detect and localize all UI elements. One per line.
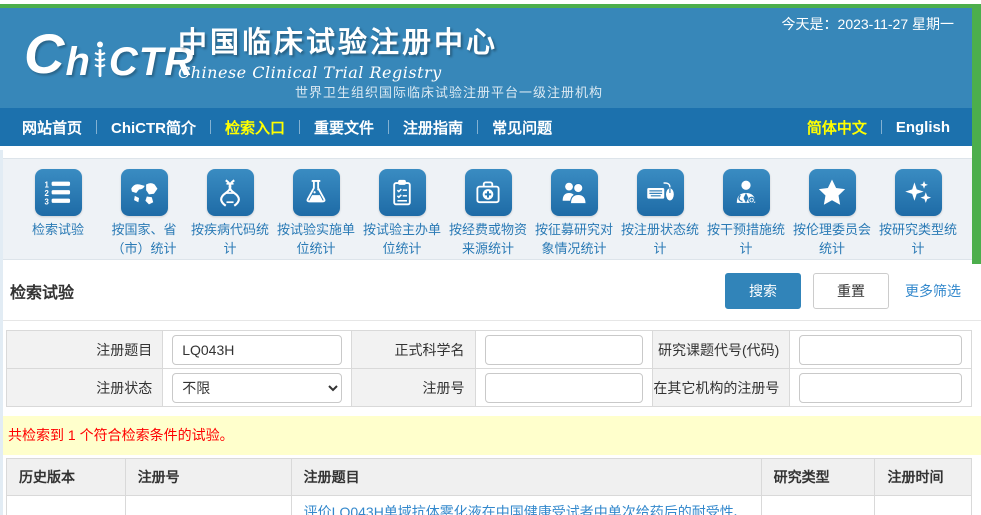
form-label-reg-status: 注册状态 [7, 369, 163, 407]
form-label-other-org-number: 在其它机构的注册号 [653, 369, 790, 407]
flask-icon [293, 169, 340, 216]
nav-separator [96, 120, 97, 134]
first-aid-kit-icon [465, 169, 512, 216]
today-date-text: 今天是：2023-11-27 星期一 [782, 14, 954, 34]
results-table: 历史版本 注册号 注册题目 研究类型 注册时间 历史版本 ChiCTR23000… [6, 458, 972, 515]
search-form: 注册题目 正式科学名 研究课题代号(代码) 注册状态 不限 注册号 在其它机构的… [6, 330, 972, 407]
project-code-input[interactable] [799, 335, 962, 365]
reg-status-select[interactable]: 不限 [172, 373, 341, 403]
nav-item-home[interactable]: 网站首页 [22, 117, 82, 138]
logo-letter-c: C [24, 26, 65, 82]
nav-item-faq[interactable]: 常见问题 [492, 117, 552, 138]
results-header-row: 历史版本 注册号 注册题目 研究类型 注册时间 [7, 459, 972, 496]
clipboard-check-icon [379, 169, 426, 216]
col-header-title: 注册题目 [291, 459, 761, 496]
form-label-reg-title: 注册题目 [7, 331, 163, 369]
lang-zh-link[interactable]: 简体中文 [807, 117, 867, 138]
form-label-official-name: 正式科学名 [351, 331, 475, 369]
col-header-reg-date: 注册时间 [875, 459, 972, 496]
stat-search-trials[interactable]: 1 2 3 检索试验 [16, 169, 100, 255]
study-type-value: 干预性研究 [761, 496, 875, 515]
results-count-notice: 共检索到 1 个符合检索条件的试验。 [0, 416, 981, 455]
language-switcher: 简体中文 English [807, 117, 950, 138]
nav-item-about[interactable]: ChiCTR简介 [111, 117, 196, 138]
nav-item-search-entry[interactable]: 检索入口 [225, 117, 285, 138]
table-row: 历史版本 ChiCTR2300069500 评价LQ043H单域抗体雾化液在中国… [7, 496, 972, 515]
main-nav: 网站首页 ChiCTR简介 检索入口 重要文件 注册指南 常见问题 简体中文 E… [0, 108, 972, 146]
keyboard-mouse-icon [637, 169, 684, 216]
search-button[interactable]: 搜索 [725, 273, 801, 309]
world-map-icon [121, 169, 168, 216]
site-title-en: Chinese Clinical Trial Registry [178, 63, 498, 82]
stat-by-funding-source[interactable]: 按经费或物资来源统计 [446, 169, 530, 255]
official-name-input[interactable] [485, 335, 644, 365]
other-org-number-input[interactable] [799, 373, 962, 403]
stat-by-registration-status[interactable]: 按注册状态统计 [618, 169, 702, 255]
staff-of-asclepius-icon [93, 41, 107, 81]
page-title: 检索试验 [10, 279, 74, 303]
reg-number-input[interactable] [485, 373, 644, 403]
stat-by-recruitment-status[interactable]: 按征募研究对象情况统计 [532, 169, 616, 255]
star-icon [809, 169, 856, 216]
stat-by-intervention[interactable]: 按干预措施统计 [704, 169, 788, 255]
form-label-reg-number: 注册号 [351, 369, 475, 407]
stat-by-study-type[interactable]: 按研究类型统计 [876, 169, 960, 255]
lang-en-link[interactable]: English [896, 119, 950, 136]
numbered-list-icon: 1 2 3 [35, 169, 82, 216]
sparkles-icon [895, 169, 942, 216]
more-filters-link[interactable]: 更多筛选 [905, 281, 961, 301]
registration-date-value: 2023/03/20 [875, 496, 972, 515]
stat-by-disease-code[interactable]: 按疾病代码统计 [188, 169, 272, 255]
svg-text:1: 1 [45, 180, 50, 189]
col-header-study-type: 研究类型 [761, 459, 875, 496]
svg-text:3: 3 [45, 197, 50, 206]
reset-button[interactable]: 重置 [813, 273, 889, 309]
who-platform-subtitle: 世界卫生组织国际临床试验注册平台一级注册机构 [295, 82, 603, 101]
search-section-header: 检索试验 搜索 重置 更多筛选 [0, 260, 981, 321]
nav-separator [388, 120, 389, 134]
nav-item-important-docs[interactable]: 重要文件 [314, 117, 374, 138]
logo-letter-h: h [65, 42, 90, 82]
trial-title-link[interactable]: 评价LQ043H单域抗体雾化液在中国健康受试者中单次给药后的耐受性、安全性、 .… [304, 504, 748, 515]
nav-separator [881, 120, 882, 134]
site-title-zh: 中国临床试验注册中心 [178, 19, 498, 61]
stats-icon-strip: 1 2 3 检索试验 按国家、省（市）统计 [0, 158, 972, 260]
nav-separator [477, 120, 478, 134]
nav-item-registration-guide[interactable]: 注册指南 [403, 117, 463, 138]
reg-title-input[interactable] [172, 335, 341, 365]
doctor-icon [723, 169, 770, 216]
col-header-reg-no: 注册号 [125, 459, 291, 496]
search-actions: 搜索 重置 更多筛选 [725, 273, 961, 309]
stat-by-country-province[interactable]: 按国家、省（市）统计 [102, 169, 186, 255]
site-header: Ch CTR 中国临床试验注册中心 Chinese Clinical Trial… [0, 4, 972, 108]
desktop-edge-top [0, 4, 981, 8]
window-edge-left [0, 150, 3, 515]
stat-by-ethics-committee[interactable]: 按伦理委员会统计 [790, 169, 874, 255]
form-label-project-code: 研究课题代号(代码) [653, 331, 790, 369]
stat-by-implementing-unit[interactable]: 按试验实施单位统计 [274, 169, 358, 255]
nav-separator [210, 120, 211, 134]
col-header-history: 历史版本 [7, 459, 126, 496]
nav-separator [299, 120, 300, 134]
people-group-icon [551, 169, 598, 216]
site-titles: 中国临床试验注册中心 Chinese Clinical Trial Regist… [178, 19, 498, 82]
chictr-logo[interactable]: Ch CTR [24, 26, 194, 82]
desktop-edge-right [972, 4, 981, 264]
svg-text:2: 2 [45, 188, 50, 197]
dna-icon [207, 169, 254, 216]
stat-by-sponsor-unit[interactable]: 按试验主办单位统计 [360, 169, 444, 255]
